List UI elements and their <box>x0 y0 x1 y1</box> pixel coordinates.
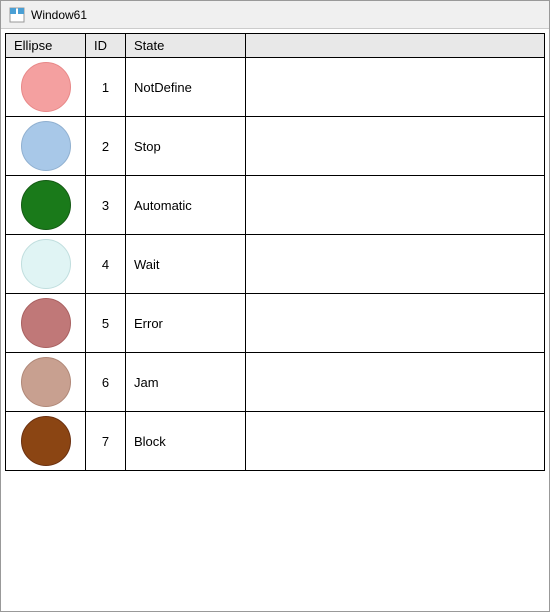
cell-ellipse <box>6 294 86 353</box>
cell-ellipse <box>6 117 86 176</box>
ellipse-shape <box>21 62 71 112</box>
title-bar: Window61 <box>1 1 549 29</box>
cell-extra <box>246 412 545 471</box>
ellipse-shape <box>21 239 71 289</box>
cell-state: Wait <box>126 235 246 294</box>
cell-state: Stop <box>126 117 246 176</box>
cell-ellipse <box>6 353 86 412</box>
table-row: 2Stop <box>6 117 545 176</box>
ellipse-shape <box>21 416 71 466</box>
cell-state: Jam <box>126 353 246 412</box>
window-icon <box>9 7 25 23</box>
cell-extra <box>246 235 545 294</box>
cell-ellipse <box>6 176 86 235</box>
cell-state: Automatic <box>126 176 246 235</box>
header-ellipse: Ellipse <box>6 34 86 58</box>
cell-extra <box>246 294 545 353</box>
cell-extra <box>246 353 545 412</box>
cell-id: 3 <box>86 176 126 235</box>
cell-id: 2 <box>86 117 126 176</box>
table-row: 3Automatic <box>6 176 545 235</box>
cell-ellipse <box>6 412 86 471</box>
ellipse-shape <box>21 298 71 348</box>
cell-id: 1 <box>86 58 126 117</box>
ellipse-shape <box>21 357 71 407</box>
header-state: State <box>126 34 246 58</box>
cell-id: 5 <box>86 294 126 353</box>
table-row: 7Block <box>6 412 545 471</box>
window-title: Window61 <box>31 8 87 22</box>
cell-state: NotDefine <box>126 58 246 117</box>
header-id: ID <box>86 34 126 58</box>
table-row: 4Wait <box>6 235 545 294</box>
cell-state: Block <box>126 412 246 471</box>
header-extra <box>246 34 545 58</box>
table-row: 6Jam <box>6 353 545 412</box>
cell-state: Error <box>126 294 246 353</box>
window: Window61 Ellipse ID State 1NotDefine2Sto… <box>0 0 550 612</box>
cell-extra <box>246 58 545 117</box>
cell-ellipse <box>6 58 86 117</box>
cell-id: 6 <box>86 353 126 412</box>
data-table: Ellipse ID State 1NotDefine2Stop3Automat… <box>5 33 545 471</box>
ellipse-shape <box>21 121 71 171</box>
cell-extra <box>246 176 545 235</box>
table-container: Ellipse ID State 1NotDefine2Stop3Automat… <box>1 29 549 611</box>
cell-ellipse <box>6 235 86 294</box>
cell-id: 4 <box>86 235 126 294</box>
cell-extra <box>246 117 545 176</box>
cell-id: 7 <box>86 412 126 471</box>
table-header-row: Ellipse ID State <box>6 34 545 58</box>
ellipse-shape <box>21 180 71 230</box>
table-row: 5Error <box>6 294 545 353</box>
table-row: 1NotDefine <box>6 58 545 117</box>
